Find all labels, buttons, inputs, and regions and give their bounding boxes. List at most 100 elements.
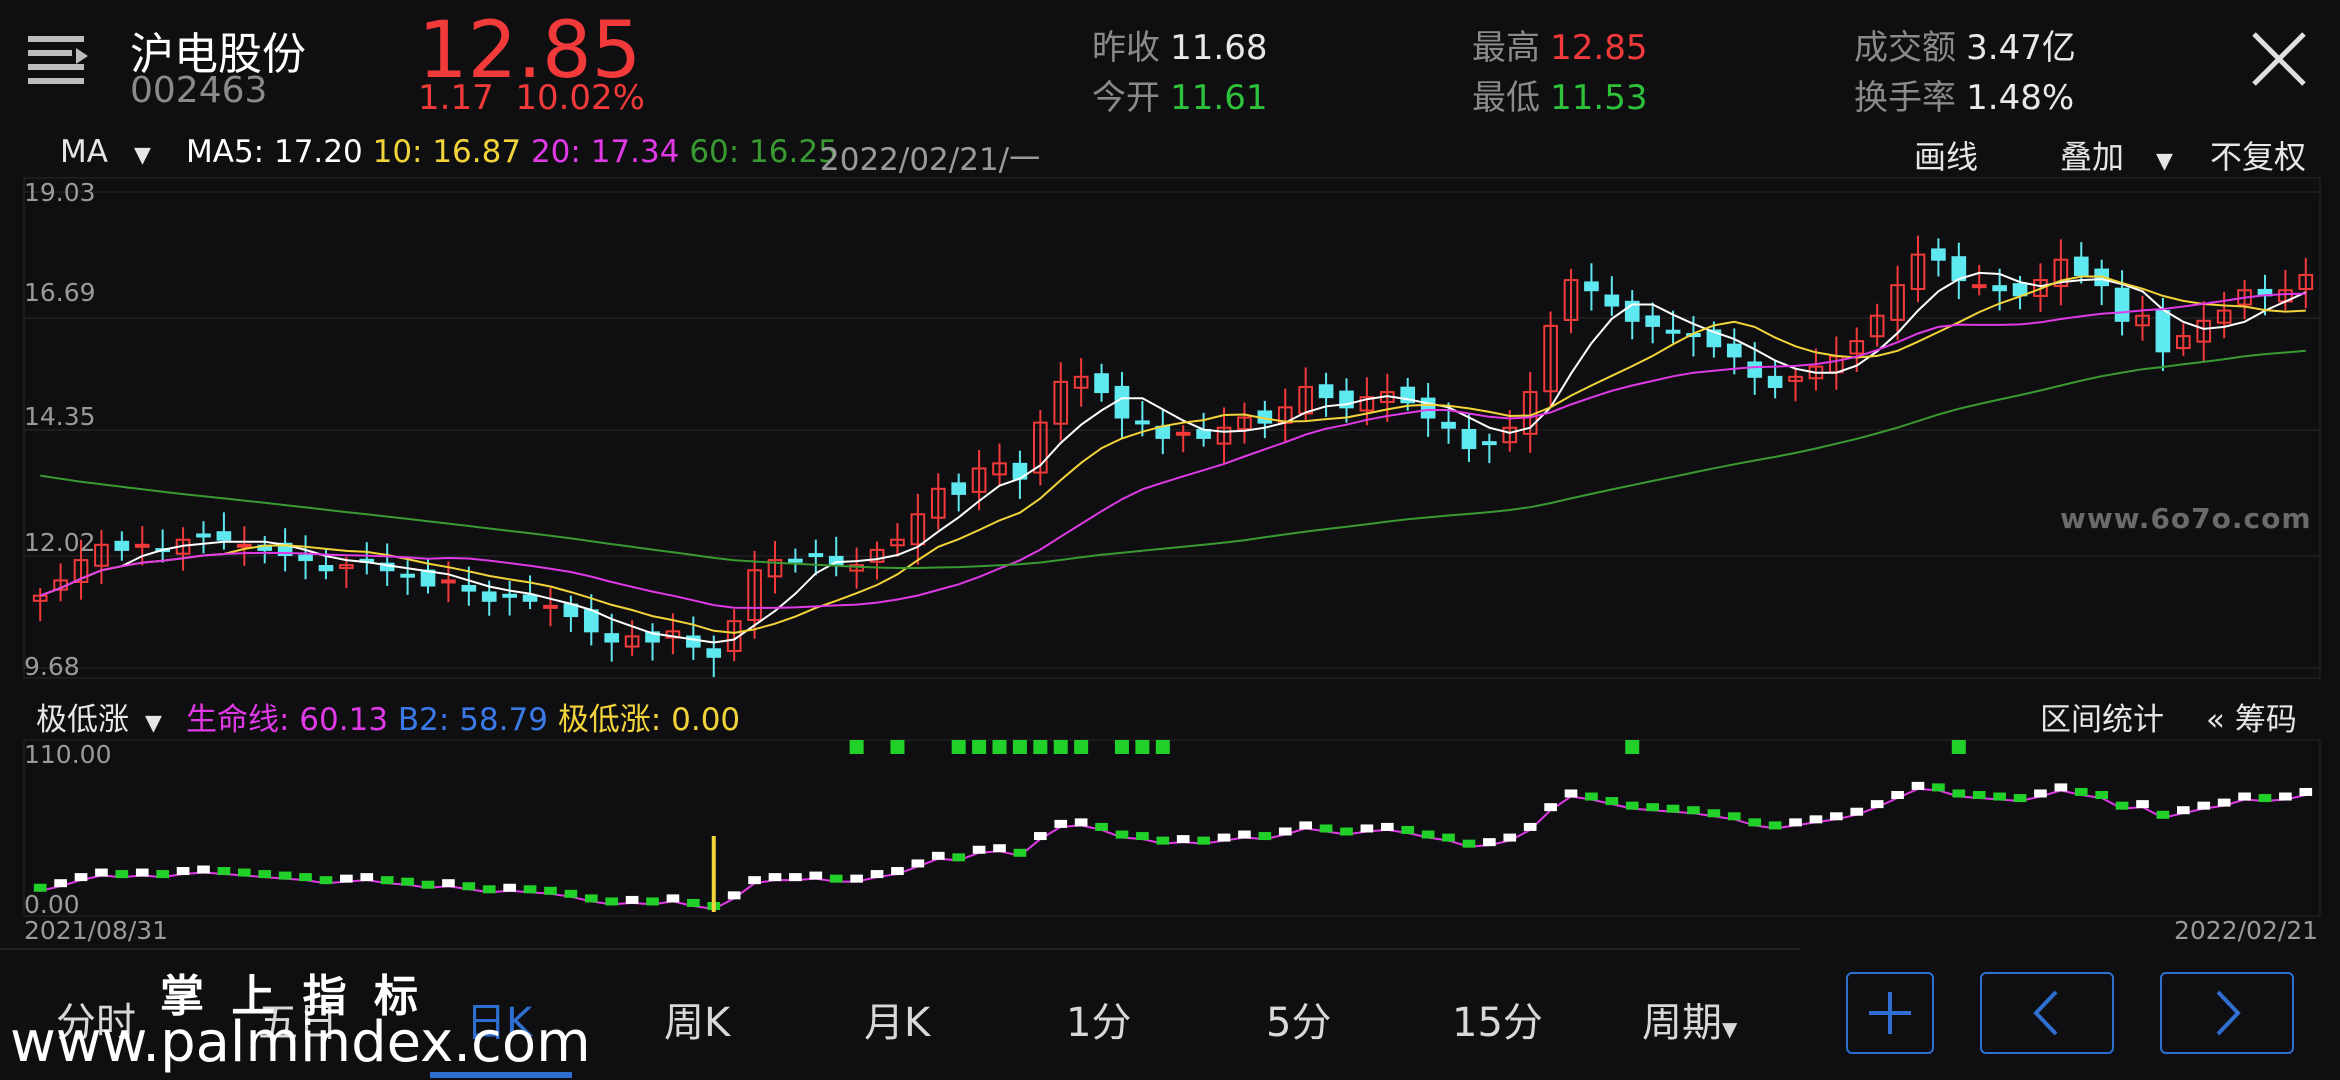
indicator-bar: [95, 868, 108, 877]
signal-marker: [1135, 740, 1150, 754]
indicator-bar: [1707, 809, 1721, 818]
indicator-bar: [197, 865, 210, 874]
indicator-bar: [1870, 800, 1884, 809]
indicator-bar: [1054, 819, 1068, 828]
candle-body: [1175, 431, 1191, 436]
indicator-bar: [2238, 792, 2251, 801]
indicator-bar: [2279, 792, 2292, 801]
candle-body: [2073, 256, 2089, 276]
tab-1min[interactable]: 1分: [1066, 990, 1131, 1048]
candle-body: [481, 591, 497, 602]
next-button[interactable]: [2160, 972, 2294, 1054]
indicator-bar: [1727, 812, 1741, 821]
indicator-bar: [687, 898, 700, 907]
candlestick-chart[interactable]: [0, 0, 2340, 1080]
indicator-bar: [1442, 833, 1455, 842]
candle-body: [808, 553, 824, 558]
candle-body: [1482, 441, 1497, 446]
indicator-bar: [523, 885, 537, 894]
chevron-down-icon: ▼: [1722, 1017, 1738, 1041]
price-tick-4: 12.02: [24, 528, 96, 557]
chevron-down-icon: ▼: [145, 711, 162, 736]
indicator-bar: [1278, 827, 1292, 836]
candle-body: [2114, 287, 2130, 322]
chart-watermark: www.6o7o.com: [2060, 502, 2312, 535]
indicator-bar: [931, 851, 945, 860]
low-rise-value: 极低涨: 0.00: [557, 702, 741, 738]
indicator-tick-bottom: 0.00: [24, 890, 80, 919]
ma60-line: [40, 349, 2306, 569]
indicator-bar: [421, 880, 435, 889]
indicator-bar: [666, 894, 680, 903]
indicator-bar: [1319, 824, 1333, 833]
candle-body: [1971, 284, 1987, 289]
indicator-bar: [1830, 812, 1843, 821]
tab-period[interactable]: 周期▼: [1642, 990, 1737, 1048]
indicator-bar: [1768, 821, 1782, 830]
candle-body: [1441, 421, 1456, 429]
indicator-tick-top: 110.00: [24, 740, 112, 769]
candle-body: [196, 533, 211, 538]
indicator-bar: [584, 894, 598, 903]
indicator-bar: [1238, 830, 1251, 839]
candle-body: [1135, 420, 1150, 425]
tab-monthly-k[interactable]: 月K: [864, 990, 930, 1048]
indicator-frame: [23, 739, 2321, 917]
candle-body: [1318, 384, 1334, 399]
add-button[interactable]: [1846, 972, 1934, 1054]
indicator-bar: [1401, 825, 1415, 834]
indicator-bar: [789, 873, 802, 882]
chips-button[interactable]: « 筹码: [2206, 694, 2297, 739]
indicator-bar: [1585, 792, 1598, 801]
candle-body: [951, 482, 967, 495]
indicator-bar: [911, 859, 925, 868]
candle-body: [216, 531, 232, 541]
indicator-bar: [1074, 818, 1088, 827]
indicator-bar: [564, 889, 578, 898]
indicator-bar: [891, 867, 904, 876]
indicator-bar: [829, 874, 843, 883]
candle-body: [563, 603, 579, 618]
signal-marker: [1114, 740, 1129, 754]
prev-button[interactable]: [1980, 972, 2114, 1054]
price-tick-5: 9.68: [24, 652, 80, 681]
indicator-bar: [340, 874, 353, 883]
indicator-bar: [2197, 801, 2211, 810]
ma20-line: [39, 292, 2306, 609]
indicator-bar: [503, 883, 516, 892]
candle-body: [2155, 310, 2171, 353]
range-stats-button[interactable]: 区间统计: [2040, 694, 2164, 739]
tab-weekly-k[interactable]: 周K: [664, 990, 730, 1048]
indicator-bar: [1115, 830, 1129, 839]
signal-marker: [951, 740, 966, 754]
candle-body: [298, 554, 313, 562]
candle-body: [461, 584, 477, 592]
signal-marker: [1033, 740, 1048, 754]
indicator-bar: [2034, 789, 2047, 798]
candle-body: [1665, 329, 1681, 334]
indicator-bar: [1891, 791, 1904, 800]
indicator-bar: [1483, 838, 1496, 847]
signal-marker: [1074, 740, 1089, 754]
candle-body: [1094, 373, 1109, 394]
date-end: 2022/02/21: [2174, 916, 2319, 945]
tab-15min[interactable]: 15分: [1452, 990, 1543, 1048]
indicator-bar: [319, 876, 333, 885]
indicator-selector[interactable]: 极低涨 ▼: [36, 694, 162, 739]
indicator-bar: [2299, 787, 2313, 796]
tab-5min[interactable]: 5分: [1266, 990, 1331, 1048]
indicator-bar: [1789, 818, 1802, 827]
indicator-bar: [482, 885, 496, 894]
indicator-bar: [1911, 781, 1925, 790]
indicator-bar: [646, 897, 659, 906]
indicator-bar: [237, 868, 251, 877]
ma10-line: [39, 275, 2306, 634]
indicator-bar: [850, 874, 863, 883]
indicator-bar: [1523, 822, 1537, 831]
candle-body: [1747, 361, 1763, 378]
indicator-bar: [1544, 803, 1557, 812]
indicator-bar: [809, 871, 823, 880]
candle-body: [1931, 248, 1946, 261]
indicator-bar: [2074, 787, 2088, 796]
plus-icon: [1869, 992, 1911, 1034]
